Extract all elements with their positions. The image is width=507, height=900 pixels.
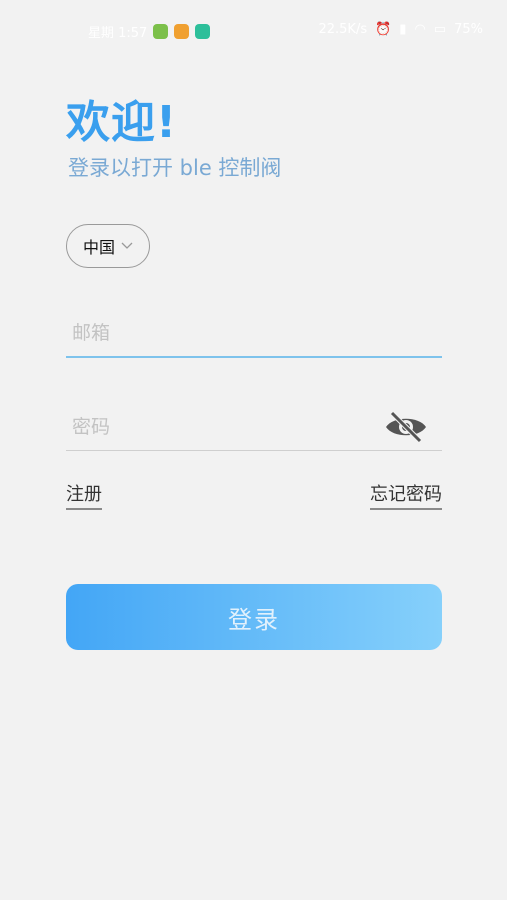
battery-icon: ▭ <box>433 22 447 37</box>
download-notification-icon <box>153 24 169 39</box>
email-field-container <box>66 310 442 358</box>
forgot-password-link[interactable]: 忘记密码 <box>370 480 442 510</box>
eye-off-icon[interactable] <box>384 410 428 444</box>
country-selector[interactable]: 中国 <box>66 224 150 268</box>
status-bar: 星期 1:57 22.5K/s ⏰ ▮ ◠ ▭ 75% <box>0 0 507 60</box>
login-button[interactable]: 登录 <box>66 584 442 650</box>
welcome-subtitle: 登录以打开 ble 控制阀 <box>68 156 282 180</box>
cellular-signal-icon: ▮ <box>399 22 407 37</box>
password-field-container <box>66 404 442 451</box>
network-speed: 22.5K/s <box>318 22 368 37</box>
register-link[interactable]: 注册 <box>66 480 102 510</box>
welcome-title: 欢迎! <box>66 97 178 148</box>
wifi-icon: ◠ <box>414 22 426 37</box>
app-notification-icon <box>195 24 211 39</box>
chevron-down-icon <box>121 242 133 249</box>
mail-notification-icon <box>174 24 190 39</box>
status-time: 星期 1:57 <box>88 26 148 41</box>
alarm-icon: ⏰ <box>375 22 392 37</box>
country-selected-label: 中国 <box>82 238 115 257</box>
battery-percent: 75% <box>454 22 483 37</box>
email-field[interactable] <box>66 310 442 356</box>
